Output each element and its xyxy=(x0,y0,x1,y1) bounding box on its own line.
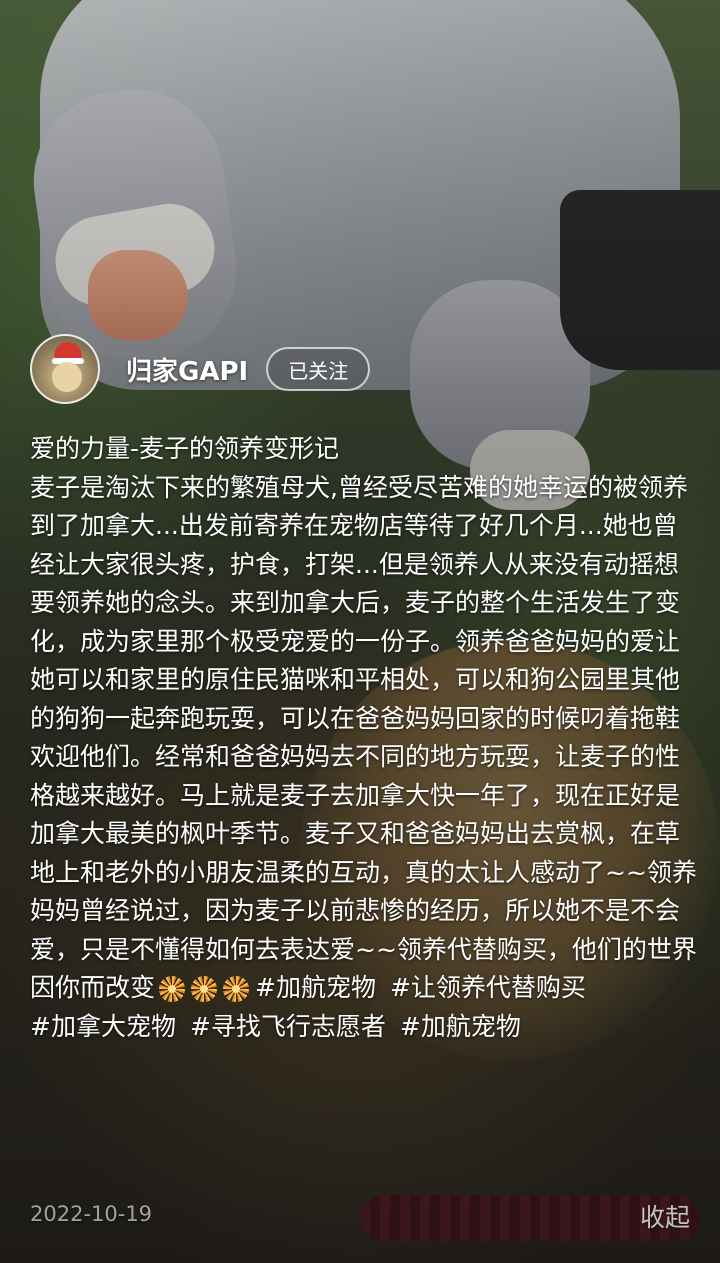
post-caption[interactable]: 爱的力量-麦子的领养变形记 麦子是淘汰下来的繁殖母犬,曾经受尽苦难的她幸运的被领… xyxy=(30,430,700,1046)
post-date: 2022-10-19 xyxy=(30,1202,153,1226)
post-body: 麦子是淘汰下来的繁殖母犬,曾经受尽苦难的她幸运的被领养到了加拿大...出发前寄养… xyxy=(30,469,700,1047)
hashtag-link[interactable]: #让领养代替购买 xyxy=(390,973,586,1002)
post-body-text: 麦子是淘汰下来的繁殖母犬,曾经受尽苦难的她幸运的被领养到了加拿大...出发前寄养… xyxy=(30,472,697,1003)
author-name[interactable]: 归家GAPI xyxy=(126,351,248,388)
post-title: 爱的力量-麦子的领养变形记 xyxy=(30,434,340,463)
hashtag-link[interactable]: #加航宠物 xyxy=(255,973,376,1002)
santa-hat-icon xyxy=(52,342,84,364)
collapse-button[interactable]: 收起 xyxy=(640,1198,690,1234)
avatar[interactable] xyxy=(30,334,100,404)
author-row: 归家GAPI 已关注 xyxy=(30,334,371,404)
firework-icon xyxy=(223,976,250,1002)
avatar-face xyxy=(52,362,82,392)
firework-icon xyxy=(159,976,186,1002)
emoji-group xyxy=(159,976,250,1002)
hashtag-link[interactable]: #加拿大宠物 xyxy=(30,1012,176,1041)
follow-button[interactable]: 已关注 xyxy=(266,347,371,391)
hashtag-link[interactable]: #加航宠物 xyxy=(400,1012,521,1041)
firework-icon xyxy=(191,976,218,1002)
hashtag-link[interactable]: #寻找飞行志愿者 xyxy=(190,1012,386,1041)
